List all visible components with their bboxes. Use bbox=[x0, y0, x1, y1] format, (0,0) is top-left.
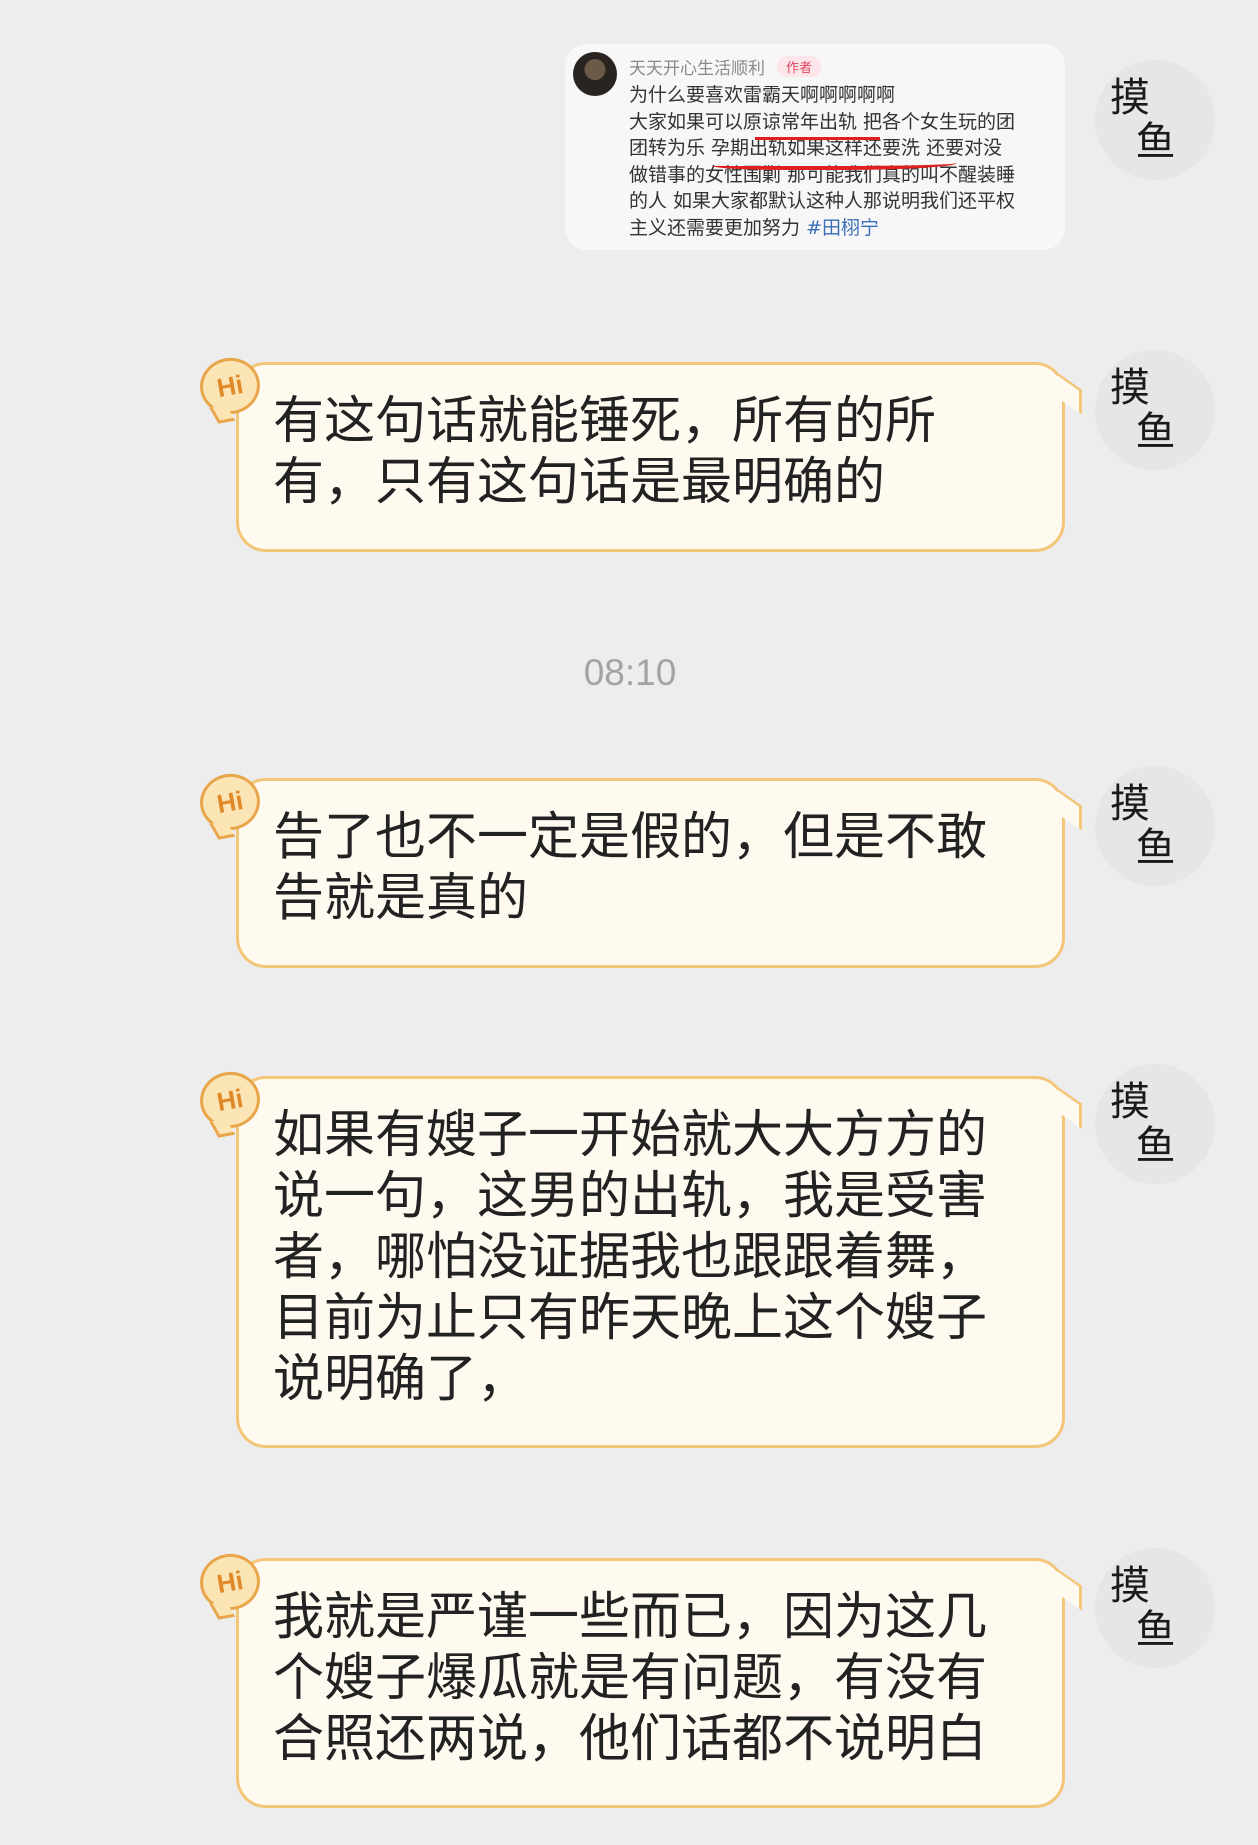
quoted-username[interactable]: 天天开心生活顺利 bbox=[629, 54, 765, 79]
sender-avatar[interactable]: 摸 鱼 bbox=[1095, 1064, 1215, 1184]
quoted-post-header: 天天开心生活顺利 作者 bbox=[629, 54, 822, 79]
chat-bubble[interactable]: 我就是严谨一些而已，因为这几 个嫂子爆瓜就是有问题，有没有 合照还两说，他们话都… bbox=[236, 1558, 1065, 1808]
chat-bubble[interactable]: 有这句话就能锤死，所有的所 有，只有这句话是最明确的 bbox=[236, 362, 1065, 552]
sender-avatar[interactable]: 摸 鱼 bbox=[1095, 350, 1215, 470]
red-underline-mark bbox=[755, 137, 880, 140]
chat-timestamp: 08:10 bbox=[583, 652, 677, 693]
quoted-line: 的人 如果大家都默认这种人那说明我们还平权 bbox=[629, 190, 1016, 212]
avatar-calligraphy-icon: 摸 鱼 bbox=[1110, 75, 1176, 165]
author-badge: 作者 bbox=[777, 56, 822, 77]
red-underline-mark bbox=[712, 156, 957, 170]
sender-avatar[interactable]: 摸 鱼 bbox=[1095, 766, 1215, 886]
quoted-line: 大家如果可以原谅常年出轨 把各个女生玩的团 bbox=[629, 110, 1016, 133]
chat-bubble[interactable]: 如果有嫂子一开始就大大方方的 说一句，这男的出轨，我是受害 者，哪怕没证据我也跟… bbox=[236, 1076, 1065, 1448]
chat-bubble[interactable]: 告了也不一定是假的，但是不敢 告就是真的 bbox=[236, 778, 1065, 968]
chat-message-text: 我就是严谨一些而已，因为这几 个嫂子爆瓜就是有问题，有没有 合照还两说，他们话都… bbox=[273, 1588, 988, 1769]
avatar-calligraphy-icon: 摸 鱼 bbox=[1110, 365, 1176, 455]
quoted-line-text: 主义还需要更加努力 bbox=[629, 216, 801, 239]
avatar-calligraphy-icon: 摸 鱼 bbox=[1110, 1079, 1176, 1169]
quoted-author-avatar[interactable] bbox=[573, 52, 617, 96]
avatar-calligraphy-icon: 摸 鱼 bbox=[1110, 1563, 1176, 1653]
chat-message-text: 有这句话就能锤死，所有的所 有，只有这句话是最明确的 bbox=[273, 392, 937, 512]
quoted-post-card[interactable]: 天天开心生活顺利 作者 为什么要喜欢雷霸天啊啊啊啊啊 大家如果可以原谅常年出轨 … bbox=[565, 44, 1065, 250]
chat-message-text: 如果有嫂子一开始就大大方方的 说一句，这男的出轨，我是受害 者，哪怕没证据我也跟… bbox=[273, 1106, 988, 1409]
quoted-line: 为什么要喜欢雷霸天啊啊啊啊啊 bbox=[629, 84, 896, 106]
avatar-calligraphy-icon: 摸 鱼 bbox=[1110, 781, 1176, 871]
chat-message-text: 告了也不一定是假的，但是不敢 告就是真的 bbox=[273, 808, 988, 928]
sender-avatar[interactable]: 摸 鱼 bbox=[1095, 1548, 1215, 1668]
hashtag-link[interactable]: #田栩宁 bbox=[806, 217, 879, 239]
sender-avatar[interactable]: 摸 鱼 bbox=[1095, 60, 1215, 180]
quoted-line-last: 主义还需要更加努力 #田栩宁 bbox=[629, 215, 1054, 242]
